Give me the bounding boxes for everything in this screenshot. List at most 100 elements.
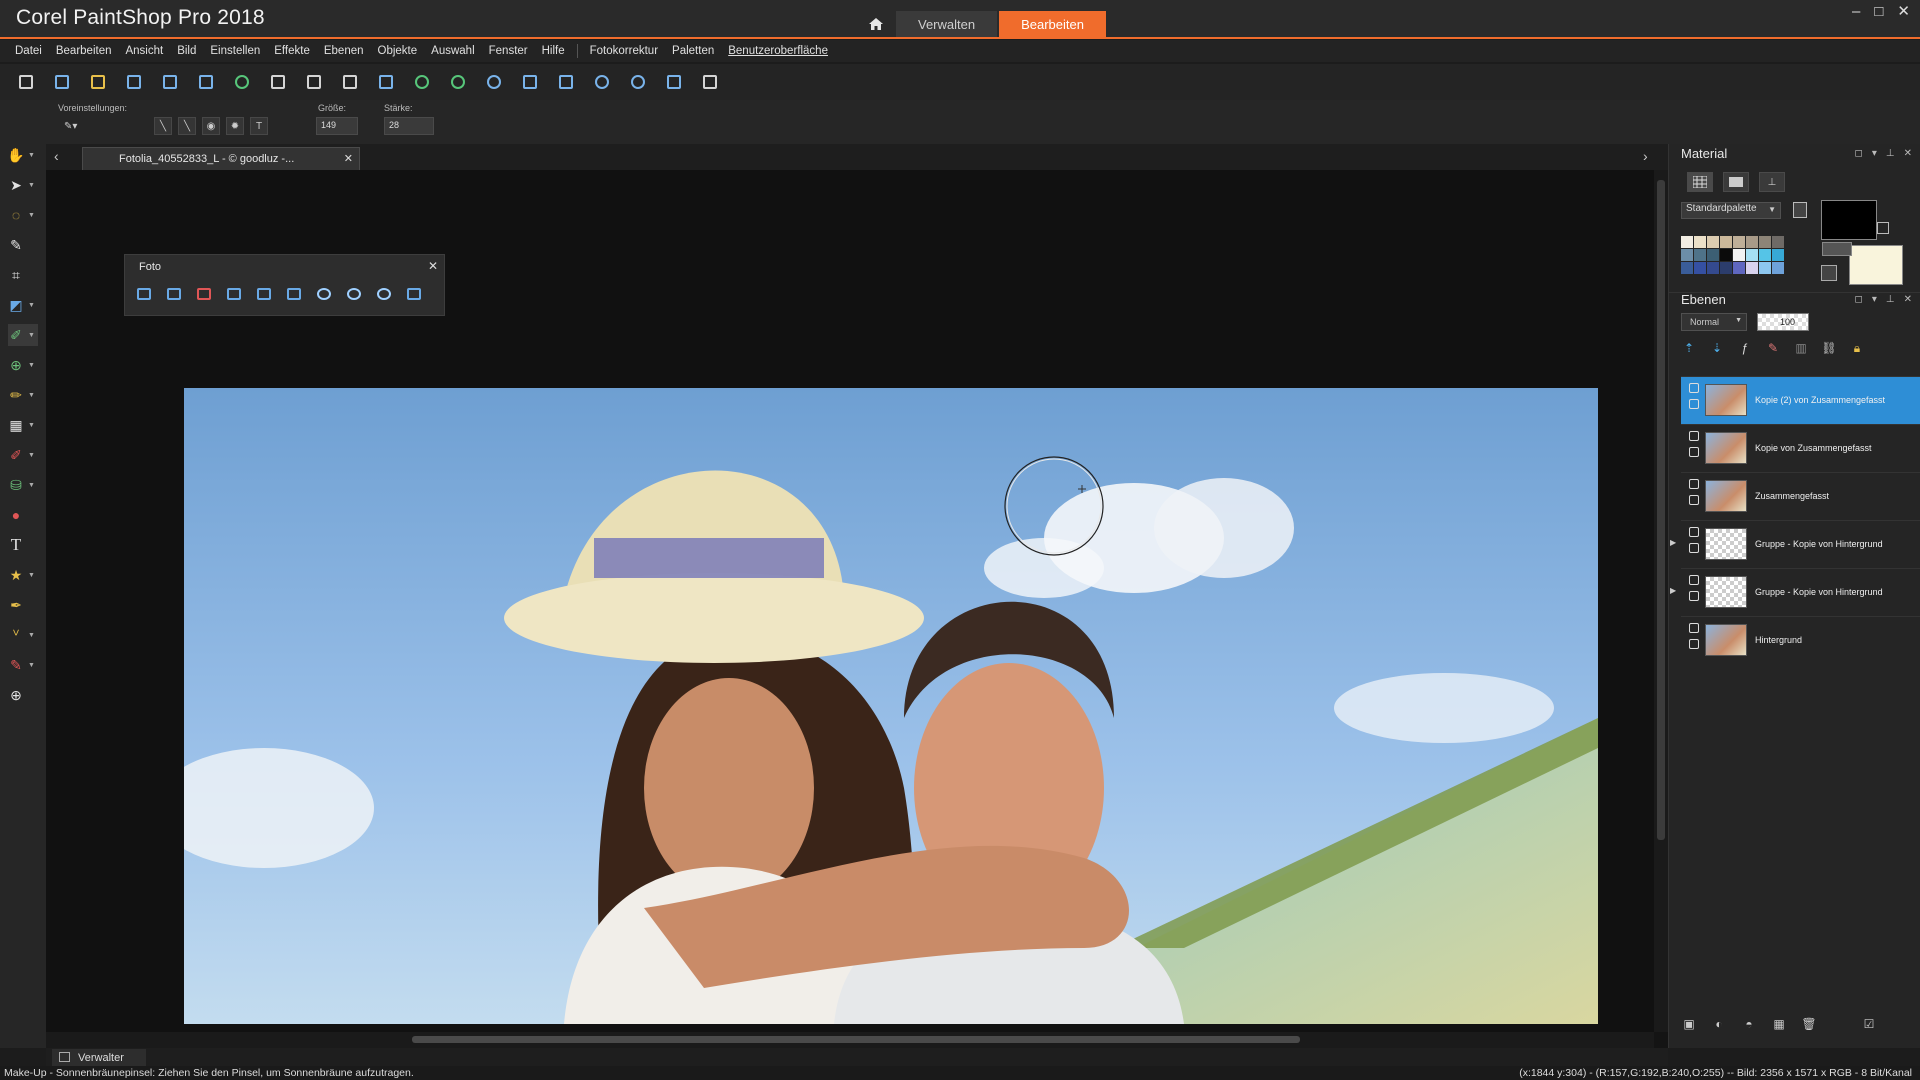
vertical-scroll-thumb[interactable] [1657,180,1665,840]
undo-icon[interactable] [304,72,324,92]
open-icon[interactable] [88,72,108,92]
blend-mode-select[interactable]: Normal ▼ [1681,313,1747,331]
color-swatch[interactable] [1772,236,1784,248]
menu-einstellen[interactable]: Einstellen [210,45,260,57]
color-swatch[interactable] [1720,249,1732,261]
info-icon[interactable] [484,72,504,92]
new-layer-icon[interactable]: ▣ [1681,1016,1697,1032]
eye-icon[interactable] [1689,543,1699,553]
portrait-icon[interactable] [375,285,393,303]
properties-icon[interactable]: ☑ [1861,1016,1877,1032]
save-as-icon[interactable] [196,72,216,92]
menu-paletten[interactable]: Paletten [672,45,714,57]
color-swatch[interactable] [1746,249,1758,261]
menu-objekte[interactable]: Objekte [378,45,418,57]
minimize-button[interactable]: – [1852,3,1860,20]
new-adjustment-layer-icon[interactable]: ƒ [1737,340,1753,356]
crop-tool-icon[interactable]: ⌗ [8,264,38,286]
color-swatch[interactable] [1681,249,1693,261]
color-swatch[interactable] [1694,262,1706,274]
layer-row[interactable]: ▶ Gruppe - Kopie von Hintergrund [1670,568,1920,616]
pin-icon[interactable]: ⊥ [1886,148,1895,159]
close-icon[interactable]: ✕ [344,152,353,165]
new-file-icon[interactable] [16,72,36,92]
pan-tool-icon[interactable]: ✋ ▼ [7,144,38,166]
mask-icon[interactable]: ◐ [1711,1016,1727,1032]
background-color-swatch[interactable] [1849,245,1903,285]
strength-input[interactable]: 28 [384,117,434,135]
color-swatch[interactable] [1694,236,1706,248]
layer-row[interactable]: Kopie von Zusammengefasst [1681,424,1920,472]
zoom-out-icon[interactable] [592,72,612,92]
red-eye-icon[interactable]: ● [8,504,38,526]
panel-float-icon[interactable]: ◻ [1855,148,1863,159]
home-icon[interactable] [858,11,894,37]
expand-arrow-icon[interactable]: ▶ [1670,538,1676,547]
all-tools-icon[interactable] [1821,265,1837,281]
menu-hilfe[interactable]: Hilfe [542,45,565,57]
link-icon[interactable]: ⛓ [1821,340,1837,356]
close-button[interactable]: ✕ [1897,2,1910,20]
selection-tool-icon[interactable]: ◌ ▼ [8,204,38,226]
color-swatch[interactable] [1694,249,1706,261]
preset-picker[interactable]: ✎▾ [64,117,94,135]
rotate-left-icon[interactable] [412,72,432,92]
eye-icon[interactable] [1689,399,1699,409]
eye-icon[interactable] [1689,639,1699,649]
verwalter-tab[interactable]: Verwalter [52,1049,146,1066]
color-swatch[interactable] [1772,262,1784,274]
color-swatch[interactable] [1759,262,1771,274]
horizontal-scroll-thumb[interactable] [412,1036,1300,1043]
rotate-right-icon[interactable] [448,72,468,92]
color-swatch[interactable] [1759,249,1771,261]
close-icon[interactable]: ✕ [1904,294,1912,305]
brush-eye-icon[interactable]: ◉ [202,117,220,135]
straighten-tool-icon[interactable]: ◩ ▼ [8,294,38,316]
menu-ansicht[interactable]: Ansicht [125,45,163,57]
red-eye-fix-icon[interactable] [195,285,213,303]
texture-toggle-icon[interactable] [1822,242,1852,256]
photo-image[interactable] [184,388,1598,1024]
size-input[interactable]: 149 [316,117,358,135]
preset-shape-icon[interactable]: ★ ▼ [8,564,38,586]
tab-bearbeiten[interactable]: Bearbeiten [999,11,1106,37]
color-swatch[interactable] [1720,236,1732,248]
document-tab[interactable]: Fotolia_40552833_L - © goodluz -... ✕ [82,147,360,170]
blend-icon[interactable]: ◓ [1741,1016,1757,1032]
eraser-icon[interactable]: ✐ ▼ [8,444,38,466]
text-tool-icon[interactable]: T [8,534,38,556]
color-swatch[interactable] [1720,262,1732,274]
color-swatch[interactable] [1681,262,1693,274]
color-swatch[interactable] [1746,262,1758,274]
menu-datei[interactable]: Datei [15,45,42,57]
color-swatch[interactable] [1707,236,1719,248]
scan-icon[interactable] [124,72,144,92]
color-swatch[interactable] [1707,262,1719,274]
smart-fix-icon[interactable] [165,285,183,303]
menu-effekte[interactable]: Effekte [274,45,310,57]
color-swatch[interactable] [1746,236,1758,248]
full-screen-icon[interactable] [664,72,684,92]
hdr-icon[interactable] [285,285,303,303]
menu-auswahl[interactable]: Auswahl [431,45,474,57]
expand-arrow-icon[interactable]: ▶ [1670,586,1676,595]
close-icon[interactable]: ✕ [1904,148,1912,159]
panel-menu-icon[interactable]: ▾ [1872,294,1877,305]
actual-size-icon[interactable] [556,72,576,92]
retouch-tool-icon[interactable]: ⱽ ▼ [8,624,38,646]
eye-icon[interactable] [1689,495,1699,505]
layer-row[interactable]: Hintergrund [1681,616,1920,664]
color-balance-icon[interactable] [225,285,243,303]
foreground-color-swatch[interactable] [1821,200,1877,240]
brush-round-icon[interactable]: ╲ [154,117,172,135]
dropper-tool-icon[interactable]: ✎ [8,234,38,256]
tab-pattern[interactable]: ⊥ [1759,172,1785,192]
palette-options-icon[interactable] [1793,202,1807,218]
color-swatch[interactable] [1681,236,1693,248]
levels-icon[interactable] [255,285,273,303]
menu-bild[interactable]: Bild [177,45,196,57]
horizontal-scrollbar[interactable] [46,1032,1654,1048]
color-swatch[interactable] [1733,236,1745,248]
menu-fotokorrektur[interactable]: Fotokorrektur [590,45,658,57]
pen-tool-icon[interactable]: ✒ [8,594,38,616]
